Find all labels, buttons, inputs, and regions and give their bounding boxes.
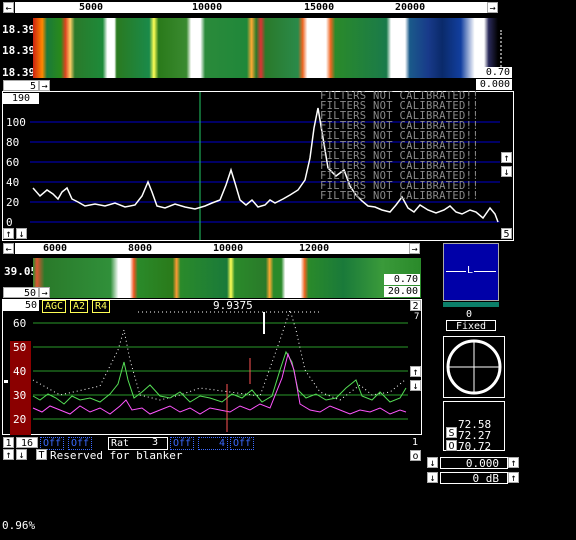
top-ruler-tick: 15000 (304, 2, 335, 13)
calibration-warning-line: FILTERS NOT CALIBRATED!! (320, 190, 479, 202)
top-spectrum-ytick: 40 (6, 176, 20, 189)
top-ruler-tick: 5000 (79, 2, 104, 13)
top-spectrum-ytick: 100 (6, 116, 26, 129)
status-right-o[interactable]: o (410, 450, 421, 462)
baseband-down-arrow[interactable]: ↓ (410, 380, 421, 392)
a2-label[interactable]: A2 (70, 300, 89, 313)
top-ruler-tick: 10000 (192, 2, 223, 13)
baseband-left-marker (4, 380, 8, 383)
baseband-ytick: 60 (13, 317, 27, 330)
status-up-arrow[interactable]: ↑ (3, 449, 14, 461)
s-meter-marker: L (466, 265, 475, 276)
level-o-value: 70.72 (458, 440, 492, 453)
control-value-4[interactable]: 4 (198, 437, 228, 450)
s-meter-scale-bar (443, 302, 499, 307)
mid-ruler-tick: 10000 (213, 243, 244, 254)
baseband-ytick: 20 (13, 413, 27, 426)
mid-waterfall-gain[interactable]: 0.70 (384, 274, 420, 285)
top-spectrum-avg-box[interactable]: 190 (3, 93, 39, 104)
baseband-frame[interactable] (2, 299, 422, 435)
level-s-button[interactable]: S (446, 427, 457, 439)
baseband-top-right-box[interactable]: 2 (410, 300, 421, 312)
mid-waterfall-left-value[interactable]: 50 (3, 287, 39, 299)
top-spectrum-ytick: 60 (6, 156, 20, 169)
top-waterfall-offset[interactable]: 0.000 (476, 79, 512, 90)
status-t-button[interactable]: T (36, 449, 47, 461)
top-waterfall-gain[interactable]: 0.70 (476, 67, 512, 78)
mid-ruler-right-arrow[interactable]: → (409, 243, 420, 255)
control-off-4[interactable]: Off (230, 437, 255, 450)
top-ruler-left-arrow[interactable]: ← (3, 2, 14, 14)
top-spectrum-up-arrow[interactable]: ↑ (501, 152, 512, 164)
baseband-ytick: 30 (13, 389, 27, 402)
baseband-avg-box[interactable]: 50 (3, 300, 39, 311)
mid-waterfall-offset[interactable]: 20.00 (384, 286, 420, 297)
agc-label[interactable]: AGC (42, 300, 67, 313)
waterfall-scroll-marks (500, 30, 512, 70)
top-spectrum-ytick: 80 (6, 136, 20, 149)
baseband-up-arrow[interactable]: ↑ (410, 366, 421, 378)
status-message: Reserved for blanker (50, 449, 183, 462)
controls-right-num: 1 (412, 437, 419, 448)
bottom-right-value-1: 0.000 (440, 457, 508, 469)
bottom-right-value-2: 0 dB (440, 472, 508, 484)
bottom-right-down-arrow-1[interactable]: ↓ (427, 457, 438, 469)
top-spectrum-corner-value[interactable]: 5 (501, 228, 512, 240)
phase-scope-frame (443, 336, 505, 398)
top-spectrum-down-arrow[interactable]: ↓ (501, 166, 512, 178)
controls-box-16[interactable]: 16 (16, 437, 38, 449)
bottom-right-up-arrow-1[interactable]: ↑ (508, 457, 519, 469)
baseband-ytick: 40 (13, 365, 27, 378)
s-meter-value: 0 (466, 309, 473, 320)
level-o-button[interactable]: O (446, 440, 457, 452)
baseband-frequency-readout: 9.9375 (213, 299, 253, 312)
top-ruler-right-arrow[interactable]: → (487, 2, 498, 14)
top-waterfall[interactable] (33, 18, 498, 78)
mid-frequency-ruler[interactable]: 6000 8000 10000 12000 (15, 243, 409, 254)
top-frequency-ruler[interactable]: 5000 10000 15000 20000 (15, 2, 487, 13)
top-spectrum-scroll-up[interactable]: ↑ (3, 228, 14, 240)
controls-left-num[interactable]: 1 (3, 437, 14, 449)
mid-waterfall[interactable] (33, 258, 421, 298)
top-spectrum-scroll-down[interactable]: ↓ (16, 228, 27, 240)
mid-ruler-tick: 12000 (299, 243, 330, 254)
rat-value: 3 (152, 437, 159, 448)
mid-ruler-tick: 8000 (128, 243, 153, 254)
top-waterfall-arrow-icon[interactable]: → (39, 80, 50, 92)
mid-waterfall-arrow-icon[interactable]: → (39, 287, 50, 299)
calibration-warning-stack: FILTERS NOT CALIBRATED!! FILTERS NOT CAL… (320, 91, 500, 202)
baseband-ytick: 50 (13, 341, 27, 354)
mid-ruler-tick: 6000 (43, 243, 68, 254)
bottom-right-down-arrow-2[interactable]: ↓ (427, 472, 438, 484)
cpu-load-percent: 0.96% (2, 519, 36, 532)
status-down-arrow[interactable]: ↓ (16, 449, 27, 461)
top-spectrum-ytick: 20 (6, 196, 20, 209)
top-waterfall-left-value[interactable]: 5 (3, 80, 39, 92)
bottom-right-up-arrow-2[interactable]: ↑ (508, 472, 519, 484)
r4-label[interactable]: R4 (92, 300, 111, 313)
baseband-right-seven: 7 (414, 312, 420, 322)
s-meter-mode[interactable]: Fixed (446, 320, 496, 332)
top-ruler-tick: 20000 (395, 2, 426, 13)
mid-ruler-left-arrow[interactable]: ← (3, 243, 14, 255)
